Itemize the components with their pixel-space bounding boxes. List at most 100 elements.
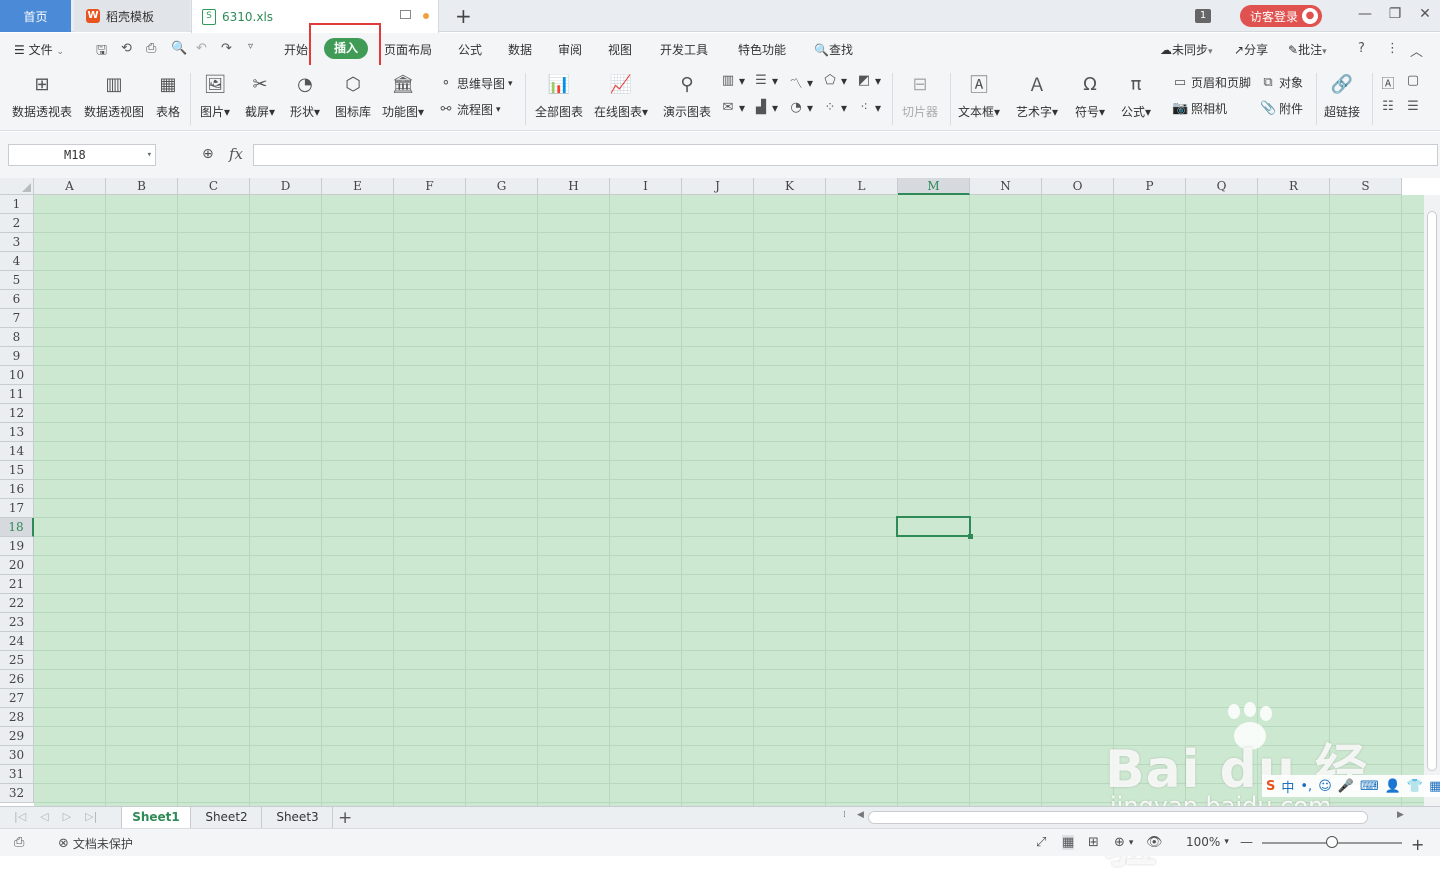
row-header-11[interactable]: 11 bbox=[0, 385, 34, 404]
document-protect-status[interactable]: ⊗ 文档未保护 bbox=[58, 835, 133, 852]
redo-icon[interactable]: ↷ bbox=[221, 41, 232, 56]
list-style-button[interactable]: ☷ bbox=[1380, 99, 1396, 114]
visitor-login-button[interactable]: 访客登录 ● bbox=[1240, 5, 1323, 27]
column-header-g[interactable]: G bbox=[466, 178, 538, 195]
row-header-5[interactable]: 5 bbox=[0, 271, 34, 290]
add-sheet-button[interactable]: + bbox=[338, 808, 352, 828]
zoom-out-button[interactable]: — bbox=[1240, 835, 1253, 850]
header-footer-button[interactable]: ▭ 页眉和页脚 bbox=[1172, 74, 1251, 91]
prev-sheet-icon[interactable]: ◁ bbox=[40, 810, 48, 823]
symbol-button[interactable]: Ω 符号▾ bbox=[1075, 65, 1105, 120]
print-icon[interactable]: ⎙ bbox=[146, 41, 156, 56]
bar-chart-button[interactable]: ☰ ▾ bbox=[753, 73, 778, 88]
row-header-10[interactable]: 10 bbox=[0, 366, 34, 385]
row-header-23[interactable]: 23 bbox=[0, 613, 34, 632]
restore-button[interactable]: ❐ bbox=[1385, 6, 1405, 22]
tab-template[interactable]: W 稻壳模板 bbox=[74, 0, 190, 32]
zoom-formula-icon[interactable]: ⊕ bbox=[202, 146, 214, 162]
collapse-ribbon-icon[interactable]: ︿ bbox=[1410, 41, 1423, 60]
wordart-button[interactable]: Ａ 艺术字▾ bbox=[1016, 65, 1058, 120]
menu-page-layout[interactable]: 页面布局 bbox=[384, 41, 432, 58]
window-count-badge[interactable]: 1 bbox=[1195, 0, 1215, 32]
online-charts-button[interactable]: 📈 在线图表▾ bbox=[594, 65, 648, 120]
comment-button[interactable]: ✎批注▾ bbox=[1288, 41, 1327, 58]
row-header-28[interactable]: 28 bbox=[0, 708, 34, 727]
row-header-16[interactable]: 16 bbox=[0, 480, 34, 499]
row-header-21[interactable]: 21 bbox=[0, 575, 34, 594]
reading-layout-icon[interactable]: ⊕ ▾ bbox=[1114, 835, 1133, 850]
column-chart-button[interactable]: ▥ ▾ bbox=[720, 73, 745, 88]
column-header-l[interactable]: L bbox=[826, 178, 898, 195]
column-header-e[interactable]: E bbox=[322, 178, 394, 195]
column-header-f[interactable]: F bbox=[394, 178, 466, 195]
camera-button[interactable]: 📷 照相机 bbox=[1172, 100, 1227, 117]
row-header-19[interactable]: 19 bbox=[0, 537, 34, 556]
function-chart-button[interactable]: 🏛 功能图▾ bbox=[382, 65, 424, 120]
column-header-a[interactable]: A bbox=[34, 178, 106, 195]
text-style-button[interactable]: 🄰 bbox=[1380, 73, 1396, 92]
save-icon[interactable]: 🖫 bbox=[96, 41, 107, 63]
column-header-h[interactable]: H bbox=[538, 178, 610, 195]
row-header-8[interactable]: 8 bbox=[0, 328, 34, 347]
column-header-m[interactable]: M bbox=[898, 178, 970, 195]
row-header-32[interactable]: 32 bbox=[0, 784, 34, 803]
row-header-12[interactable]: 12 bbox=[0, 404, 34, 423]
scroll-right-icon[interactable]: ▶ bbox=[1397, 810, 1404, 820]
file-menu[interactable]: ☰ 文件 ⌄ bbox=[14, 41, 64, 58]
tab-home[interactable]: 首页 bbox=[0, 0, 71, 32]
hscroll-split-icon[interactable]: ⁞ bbox=[843, 810, 846, 820]
object-button[interactable]: ⧉ 对象 bbox=[1260, 74, 1303, 91]
area-chart-button[interactable]: ◩ ▾ bbox=[856, 73, 881, 88]
formula-button[interactable]: π 公式▾ bbox=[1121, 65, 1151, 120]
all-charts-button[interactable]: 📊 全部图表 bbox=[535, 65, 583, 120]
last-sheet-icon[interactable]: ▷| bbox=[85, 810, 97, 823]
form-button[interactable]: ☰ bbox=[1405, 99, 1421, 114]
normal-view-icon[interactable]: ▦ bbox=[1062, 835, 1075, 850]
row-header-13[interactable]: 13 bbox=[0, 423, 34, 442]
fullscreen-icon[interactable]: ⤢ bbox=[1036, 835, 1046, 850]
radar-chart-button[interactable]: ⬠ ▾ bbox=[822, 73, 847, 88]
row-header-26[interactable]: 26 bbox=[0, 670, 34, 689]
name-box[interactable]: M18 ▾ bbox=[8, 144, 156, 166]
page-break-view-icon[interactable]: ⊞ bbox=[1088, 835, 1099, 850]
row-header-31[interactable]: 31 bbox=[0, 765, 34, 784]
sheet-tab-sheet1[interactable]: Sheet1 bbox=[121, 807, 191, 829]
column-header-r[interactable]: R bbox=[1258, 178, 1330, 195]
hyperlink-button[interactable]: 🔗 超链接 bbox=[1324, 65, 1360, 120]
icon-library-button[interactable]: ⬡ 图标库 bbox=[335, 65, 371, 120]
row-header-18[interactable]: 18 bbox=[0, 518, 34, 537]
search-menu[interactable]: 🔍查找 bbox=[814, 41, 853, 58]
row-header-24[interactable]: 24 bbox=[0, 632, 34, 651]
column-header-o[interactable]: O bbox=[1042, 178, 1114, 195]
demo-chart-button[interactable]: ⚲ 演示图表 bbox=[663, 65, 711, 120]
column-header-n[interactable]: N bbox=[970, 178, 1042, 195]
mindmap-button[interactable]: ⚬ 思维导图 ▾ bbox=[438, 75, 513, 92]
sheet-tab-sheet3[interactable]: Sheet3 bbox=[263, 807, 333, 829]
row-header-20[interactable]: 20 bbox=[0, 556, 34, 575]
print-preview-icon[interactable]: 🔍 bbox=[171, 41, 187, 56]
column-header-k[interactable]: K bbox=[754, 178, 826, 195]
column-header-c[interactable]: C bbox=[178, 178, 250, 195]
row-header-4[interactable]: 4 bbox=[0, 252, 34, 271]
slicer-button[interactable]: ⊟ 切片器 bbox=[902, 65, 938, 120]
row-header-17[interactable]: 17 bbox=[0, 499, 34, 518]
menu-start[interactable]: 开始 bbox=[284, 41, 308, 58]
row-header-9[interactable]: 9 bbox=[0, 347, 34, 366]
pie-chart-button[interactable]: ◔ ▾ bbox=[788, 100, 813, 115]
pivot-chart-button[interactable]: ▥ 数据透视图 bbox=[84, 65, 144, 120]
more-icon[interactable]: ⋮ bbox=[1386, 41, 1399, 56]
row-header-6[interactable]: 6 bbox=[0, 290, 34, 309]
zoom-slider-knob[interactable] bbox=[1326, 836, 1338, 848]
chevron-down-icon[interactable]: ▾ bbox=[147, 145, 152, 165]
column-header-p[interactable]: P bbox=[1114, 178, 1186, 195]
pivot-table-button[interactable]: ⊞ 数据透视表 bbox=[12, 65, 72, 120]
menu-review[interactable]: 审阅 bbox=[558, 41, 582, 58]
vertical-scrollbar[interactable] bbox=[1424, 195, 1440, 806]
column-header-d[interactable]: D bbox=[250, 178, 322, 195]
format-painter-icon[interactable]: ⟲ bbox=[121, 41, 132, 56]
menu-data[interactable]: 数据 bbox=[508, 41, 532, 58]
menu-view[interactable]: 视图 bbox=[608, 41, 632, 58]
frame-button[interactable]: ▢ bbox=[1405, 73, 1421, 88]
customize-toolbar-icon[interactable]: ▿ bbox=[248, 41, 253, 52]
column-header-b[interactable]: B bbox=[106, 178, 178, 195]
